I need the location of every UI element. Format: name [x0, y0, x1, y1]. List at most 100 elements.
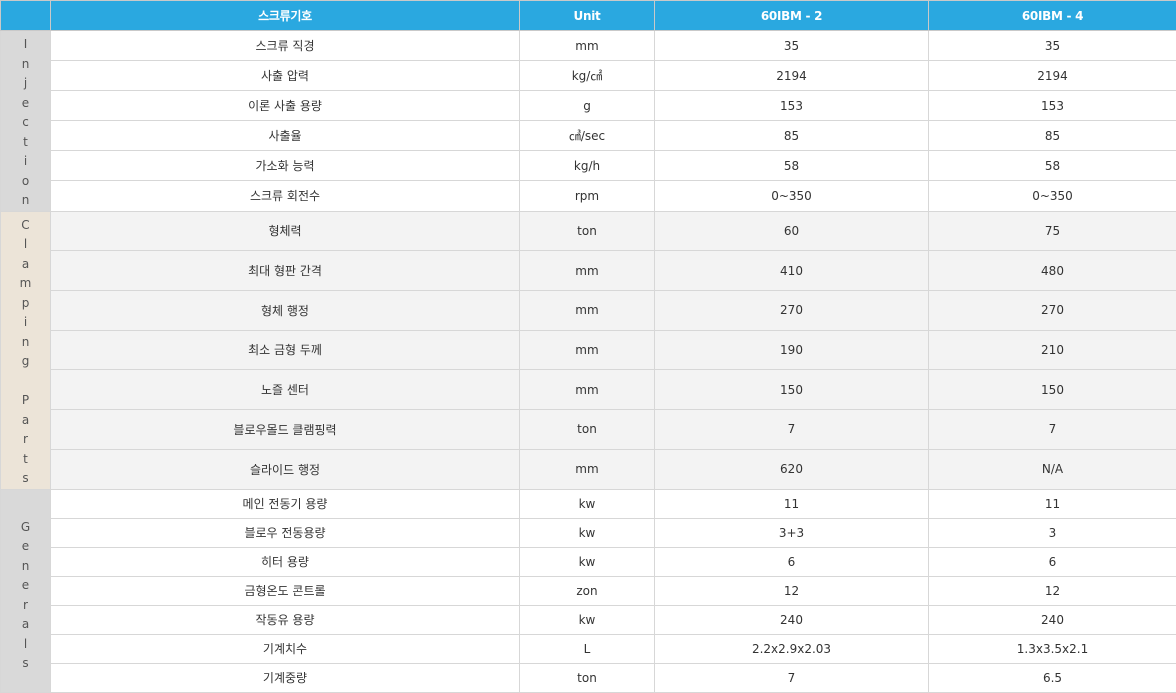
spec-cell: 사출율 — [51, 121, 520, 151]
model-1-cell: 85 — [655, 121, 929, 151]
unit-cell: mm — [520, 290, 655, 330]
table-row: 슬라이드 행정 mm 620 N/A — [1, 449, 1176, 489]
table-row: 형체 행정 mm 270 270 — [1, 290, 1176, 330]
spec-cell: 금형온도 콘트롤 — [51, 576, 520, 605]
unit-cell: kw — [520, 547, 655, 576]
model-2-cell: 210 — [929, 330, 1176, 370]
spec-cell: 슬라이드 행정 — [51, 449, 520, 489]
unit-cell: ton — [520, 211, 655, 251]
table-row: I n j e c t i o n 스크류 직경 mm 35 35 — [1, 31, 1176, 61]
model-1-cell: 0~350 — [655, 181, 929, 211]
model-1-cell: 2.2x2.9x2.03 — [655, 634, 929, 663]
unit-cell: kw — [520, 605, 655, 634]
spec-cell: 메인 전동기 용량 — [51, 489, 520, 518]
table-row: 최대 형판 간격 mm 410 480 — [1, 251, 1176, 291]
spec-cell: 가소화 능력 — [51, 151, 520, 181]
model-1-cell: 60 — [655, 211, 929, 251]
section-label-clamping-parts: C l a m p i n g P a r t s — [1, 211, 51, 489]
spec-cell: 기계치수 — [51, 634, 520, 663]
unit-cell: zon — [520, 576, 655, 605]
table-row: 최소 금형 두께 mm 190 210 — [1, 330, 1176, 370]
model-2-cell: 85 — [929, 121, 1176, 151]
model-2-cell: 6.5 — [929, 663, 1176, 692]
model-1-cell: 240 — [655, 605, 929, 634]
spec-cell: 형체력 — [51, 211, 520, 251]
model-1-cell: 12 — [655, 576, 929, 605]
model-2-cell: 7 — [929, 410, 1176, 450]
spec-cell: 기계중량 — [51, 663, 520, 692]
model-1-cell: 2194 — [655, 61, 929, 91]
spec-cell: 작동유 용량 — [51, 605, 520, 634]
unit-cell: ㎤/sec — [520, 121, 655, 151]
model-2-cell: 270 — [929, 290, 1176, 330]
model-1-cell: 3+3 — [655, 518, 929, 547]
spec-cell: 블로우 전동용량 — [51, 518, 520, 547]
table-row: 가소화 능력 kg/h 58 58 — [1, 151, 1176, 181]
header-unit: Unit — [520, 1, 655, 31]
model-2-cell: 75 — [929, 211, 1176, 251]
spec-cell: 노즐 센터 — [51, 370, 520, 410]
table-row: 기계중량 ton 7 6.5 — [1, 663, 1176, 692]
unit-cell: rpm — [520, 181, 655, 211]
model-1-cell: 58 — [655, 151, 929, 181]
model-1-cell: 6 — [655, 547, 929, 576]
unit-cell: L — [520, 634, 655, 663]
spec-table: 스크류기호 Unit 60IBM - 2 60IBM - 4 I n j e c… — [0, 0, 1176, 693]
model-2-cell: 2194 — [929, 61, 1176, 91]
header-model-1: 60IBM - 2 — [655, 1, 929, 31]
table-row: 사출율 ㎤/sec 85 85 — [1, 121, 1176, 151]
spec-cell: 스크류 회전수 — [51, 181, 520, 211]
model-2-cell: 11 — [929, 489, 1176, 518]
header-spec: 스크류기호 — [51, 1, 520, 31]
table-row: 노즐 센터 mm 150 150 — [1, 370, 1176, 410]
unit-cell: mm — [520, 449, 655, 489]
model-1-cell: 7 — [655, 410, 929, 450]
model-1-cell: 35 — [655, 31, 929, 61]
table-row: C l a m p i n g P a r t s 형체력 ton 60 75 — [1, 211, 1176, 251]
section-label-injection: I n j e c t i o n — [1, 31, 51, 212]
spec-cell: 최대 형판 간격 — [51, 251, 520, 291]
unit-cell: g — [520, 91, 655, 121]
unit-cell: mm — [520, 370, 655, 410]
model-1-cell: 620 — [655, 449, 929, 489]
spec-cell: 형체 행정 — [51, 290, 520, 330]
model-1-cell: 7 — [655, 663, 929, 692]
model-2-cell: 0~350 — [929, 181, 1176, 211]
table-row: 사출 압력 kg/㎠ 2194 2194 — [1, 61, 1176, 91]
model-1-cell: 153 — [655, 91, 929, 121]
table-row: 이론 사출 용량 g 153 153 — [1, 91, 1176, 121]
unit-cell: kg/㎠ — [520, 61, 655, 91]
table-row: 블로우몰드 클램핑력 ton 7 7 — [1, 410, 1176, 450]
header-row: 스크류기호 Unit 60IBM - 2 60IBM - 4 — [1, 1, 1176, 31]
spec-cell: 이론 사출 용량 — [51, 91, 520, 121]
unit-cell: kw — [520, 518, 655, 547]
table-row: 기계치수 L 2.2x2.9x2.03 1.3x3.5x2.1 — [1, 634, 1176, 663]
model-2-cell: 58 — [929, 151, 1176, 181]
table-row: 히터 용량 kw 6 6 — [1, 547, 1176, 576]
model-2-cell: 35 — [929, 31, 1176, 61]
spec-cell: 최소 금형 두께 — [51, 330, 520, 370]
model-2-cell: 240 — [929, 605, 1176, 634]
table-row: 스크류 회전수 rpm 0~350 0~350 — [1, 181, 1176, 211]
unit-cell: mm — [520, 330, 655, 370]
table-row: 블로우 전동용량 kw 3+3 3 — [1, 518, 1176, 547]
model-1-cell: 410 — [655, 251, 929, 291]
model-2-cell: 12 — [929, 576, 1176, 605]
unit-cell: ton — [520, 410, 655, 450]
model-1-cell: 150 — [655, 370, 929, 410]
spec-cell: 스크류 직경 — [51, 31, 520, 61]
section-label-generals: G e n e r a l s — [1, 489, 51, 692]
model-2-cell: N/A — [929, 449, 1176, 489]
spec-cell: 히터 용량 — [51, 547, 520, 576]
model-1-cell: 11 — [655, 489, 929, 518]
header-corner — [1, 1, 51, 31]
model-2-cell: 150 — [929, 370, 1176, 410]
unit-cell: ton — [520, 663, 655, 692]
header-model-2: 60IBM - 4 — [929, 1, 1176, 31]
model-2-cell: 3 — [929, 518, 1176, 547]
unit-cell: kw — [520, 489, 655, 518]
unit-cell: mm — [520, 251, 655, 291]
model-2-cell: 1.3x3.5x2.1 — [929, 634, 1176, 663]
unit-cell: kg/h — [520, 151, 655, 181]
spec-cell: 사출 압력 — [51, 61, 520, 91]
